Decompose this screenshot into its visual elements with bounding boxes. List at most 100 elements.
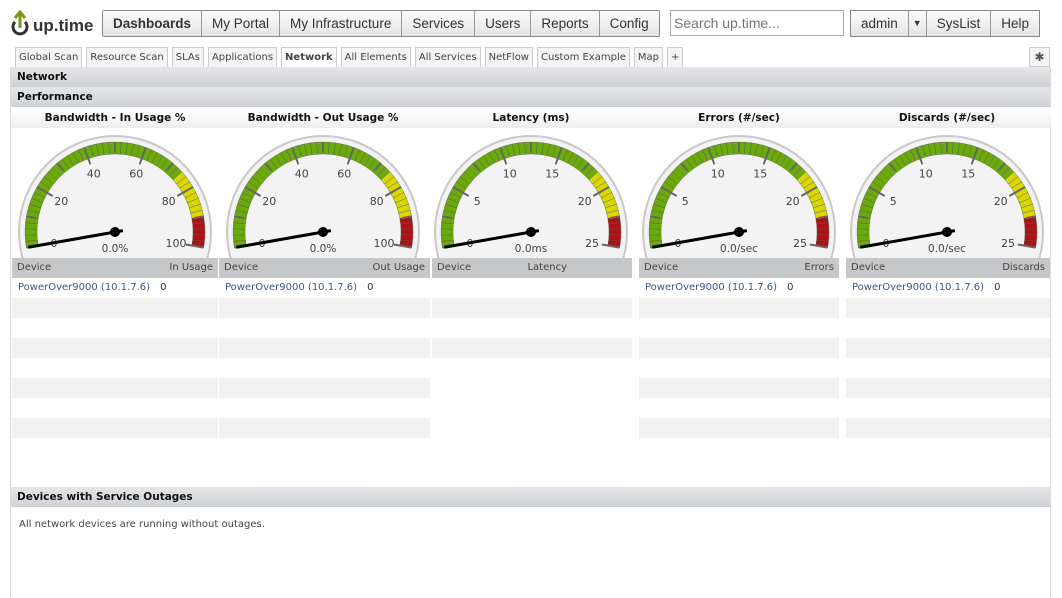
gauge-label: 60: [129, 168, 143, 181]
admin-button[interactable]: admin: [851, 11, 909, 36]
table-row: [432, 298, 632, 318]
device-table: Device Latency: [432, 258, 632, 358]
add-tab-button[interactable]: +: [666, 47, 684, 67]
device-table: Device Errors PowerOver9000 (10.1.7.6) 0: [639, 258, 839, 458]
tab-network[interactable]: Network: [281, 47, 337, 67]
gauge-widget: Errors (#/sec)05101520250.0/sec: [635, 108, 843, 261]
tab-resource-scan[interactable]: Resource Scan: [86, 47, 168, 67]
nav-my-portal[interactable]: My Portal: [202, 11, 281, 36]
tab-netflow[interactable]: NetFlow: [484, 47, 533, 67]
gauge-title: Errors (#/sec): [635, 108, 843, 128]
table-row: [846, 378, 1050, 398]
gauge-widget: Bandwidth - In Usage %0204060801000.0%: [11, 108, 219, 261]
gauge-title: Bandwidth - Out Usage %: [219, 108, 427, 128]
metric-value: 0: [994, 282, 1001, 293]
logo[interactable]: up.time: [10, 10, 93, 36]
tab-custom-example[interactable]: Custom Example: [537, 47, 630, 67]
gauge-label: 5: [682, 195, 689, 208]
table-row: [12, 418, 218, 438]
device-table: Device Out Usage PowerOver9000 (10.1.7.6) 0: [219, 258, 430, 458]
table-row: [432, 278, 632, 298]
device-table: Device In Usage PowerOver9000 (10.1.7.6) 0: [12, 258, 218, 458]
tab-slas[interactable]: SLAs: [171, 47, 204, 67]
device-link[interactable]: PowerOver9000 (10.1.7.6): [225, 278, 357, 298]
gauge-band-segment: [816, 228, 830, 236]
table-row: [219, 398, 430, 418]
gauge-band-segment: [648, 228, 662, 236]
dashboard-tabs: Global Scan Resource Scan SLAs Applications…: [15, 47, 684, 67]
nav-dashboards[interactable]: Dashboards: [103, 11, 203, 36]
gauge-band-segment: [232, 228, 246, 236]
gauge-band-segment: [608, 222, 622, 230]
table-row: [432, 318, 632, 338]
col-metric: Discards: [1002, 262, 1045, 273]
col-metric: In Usage: [169, 262, 213, 273]
gauge-label: 100: [166, 237, 187, 250]
col-metric: Latency: [527, 262, 567, 273]
section-title: Network: [11, 67, 1050, 87]
syslist-button[interactable]: SysList: [926, 11, 992, 36]
gauge-readout: 0.0/sec: [928, 243, 966, 255]
gauge-band-segment: [608, 228, 622, 236]
nav-my-infrastructure[interactable]: My Infrastructure: [280, 11, 403, 36]
gauge: 05101520250.0ms: [434, 135, 628, 258]
table-row: [219, 418, 430, 438]
table-header: Device Out Usage: [219, 258, 430, 278]
admin-dropdown-caret-icon[interactable]: ▼: [908, 11, 927, 36]
gauge-band-segment: [192, 222, 206, 230]
gauge: 05101520250.0/sec: [850, 135, 1044, 258]
table-header: Device In Usage: [12, 258, 218, 278]
tab-all-services[interactable]: All Services: [414, 47, 481, 67]
col-device: Device: [644, 262, 679, 273]
device-link[interactable]: PowerOver9000 (10.1.7.6): [852, 278, 984, 298]
gauge-label: 25: [1001, 237, 1015, 250]
gauge-band-segment: [400, 228, 414, 236]
search-input[interactable]: [670, 10, 844, 36]
gauge-title: Latency (ms): [427, 108, 635, 128]
tab-all-elements[interactable]: All Elements: [340, 47, 411, 67]
gauge-label: 20: [786, 195, 800, 208]
nav-config[interactable]: Config: [599, 11, 659, 36]
col-device: Device: [224, 262, 259, 273]
device-link[interactable]: PowerOver9000 (10.1.7.6): [18, 278, 150, 298]
nav-users[interactable]: Users: [475, 11, 532, 36]
gauge-title: Discards (#/sec): [843, 108, 1051, 128]
gauge-readout: 0.0/sec: [720, 243, 758, 255]
gauge-label: 20: [262, 195, 276, 208]
table-row: [12, 378, 218, 398]
gauge: 05101520250.0/sec: [642, 135, 836, 258]
nav-reports[interactable]: Reports: [531, 11, 600, 36]
tab-applications[interactable]: Applications: [207, 47, 278, 67]
table-row: [12, 358, 218, 378]
gear-icon[interactable]: ✱: [1029, 47, 1050, 67]
gauge-title: Bandwidth - In Usage %: [11, 108, 219, 128]
gauge-band-segment: [400, 222, 414, 230]
table-row: [846, 438, 1050, 458]
gauge-band-segment: [232, 234, 246, 242]
table-row: [639, 378, 839, 398]
outages-section: Devices with Service Outages All network…: [11, 487, 1050, 542]
table-row: [639, 318, 839, 338]
table-row: [639, 298, 839, 318]
tab-global-scan[interactable]: Global Scan: [15, 47, 83, 67]
device-link[interactable]: PowerOver9000 (10.1.7.6): [645, 278, 777, 298]
col-device: Device: [437, 262, 472, 273]
tab-map[interactable]: Map: [633, 47, 663, 67]
col-device: Device: [17, 262, 52, 273]
gauge-needle-hub: [942, 227, 952, 237]
table-row: [639, 358, 839, 378]
gauge-label: 15: [961, 168, 975, 181]
gauge-band-segment: [816, 222, 830, 230]
table-header: Device Discards: [846, 258, 1050, 278]
gauge-label: 10: [503, 168, 517, 181]
gauge-needle-hub: [110, 227, 120, 237]
help-button[interactable]: Help: [991, 11, 1039, 36]
gauge-label: 25: [585, 237, 599, 250]
nav-services[interactable]: Services: [402, 11, 476, 36]
gauge-label: 15: [753, 168, 767, 181]
table-row: [219, 438, 430, 458]
table-header: Device Latency: [432, 258, 632, 278]
outages-message: All network devices are running without …: [19, 519, 265, 530]
gauge-band-segment: [648, 234, 662, 242]
metric-value: 0: [160, 282, 167, 293]
